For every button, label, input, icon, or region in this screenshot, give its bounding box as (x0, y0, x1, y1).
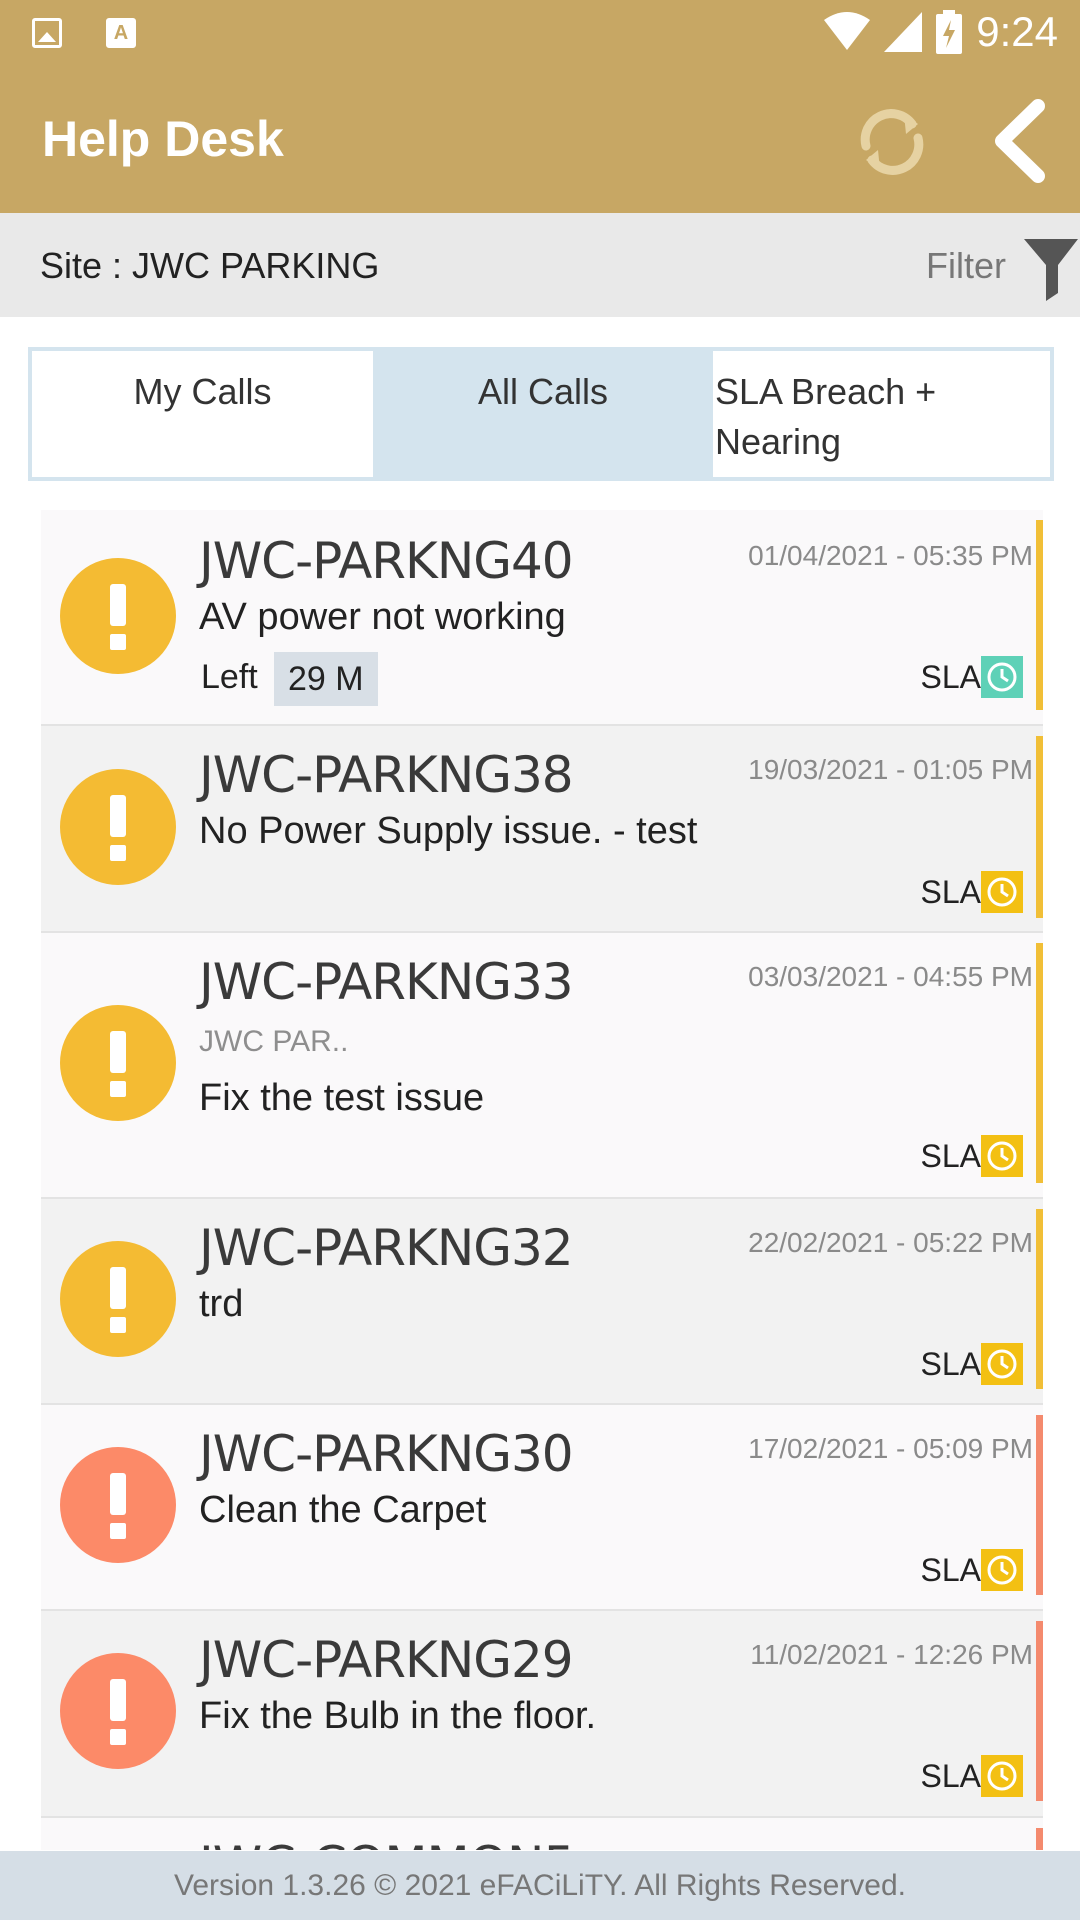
call-item[interactable]: JWC-PARKNG32 22/02/2021 - 05:22 PM trd S… (41, 1199, 1043, 1405)
status-bar: A 9:24 (0, 0, 1080, 66)
call-tabs: My Calls All Calls SLA Breach + Nearing (28, 347, 1054, 481)
call-description: AV power not working (199, 596, 566, 638)
call-id: JWC-COMMON5 (199, 1836, 575, 1850)
alert-icon (60, 1241, 176, 1357)
time-left-value: 29 M (274, 652, 378, 706)
priority-strip (1036, 1828, 1043, 1850)
call-list: JWC-PARKNG40 01/04/2021 - 05:35 PM AV po… (41, 510, 1043, 1850)
call-item[interactable]: JWC-PARKNG33 03/03/2021 - 04:55 PM JWC P… (41, 933, 1043, 1199)
call-date: 11/02/2021 - 12:26 PM (750, 1639, 1033, 1670)
sla-label: SLA (920, 658, 981, 695)
back-icon (995, 99, 1045, 183)
call-id: JWC-PARKNG40 (199, 532, 574, 590)
call-date: 17/02/2021 - 05:09 PM (748, 1433, 1033, 1464)
call-item[interactable]: JWC-PARKNG30 17/02/2021 - 05:09 PM Clean… (41, 1405, 1043, 1611)
call-item[interactable]: JWC-PARKNG40 01/04/2021 - 05:35 PM AV po… (41, 510, 1043, 726)
call-description: No Power Supply issue. - test (199, 810, 698, 852)
filter-icon[interactable] (1022, 235, 1080, 305)
alert-icon (60, 1005, 176, 1121)
clock-time: 9:24 (976, 8, 1058, 55)
refresh-button[interactable] (852, 102, 932, 182)
call-site: JWC PAR.. (199, 1025, 349, 1058)
page-title: Help Desk (42, 111, 284, 167)
filter-label[interactable]: Filter (926, 245, 1006, 287)
clock-icon (981, 1549, 1023, 1591)
clock-icon (981, 1755, 1023, 1797)
clock-icon (981, 656, 1023, 698)
priority-strip (1036, 1621, 1043, 1801)
call-date: 22/02/2021 - 05:22 PM (748, 1227, 1033, 1258)
clock-icon (981, 1343, 1023, 1385)
alert-icon (60, 1653, 176, 1769)
font-icon: A (106, 18, 136, 48)
call-id: JWC-PARKNG33 (199, 953, 574, 1011)
tab-my-calls[interactable]: My Calls (32, 351, 373, 477)
sla-label: SLA (920, 1345, 981, 1382)
call-item[interactable]: JWC-PARKNG38 19/03/2021 - 01:05 PM No Po… (41, 726, 1043, 933)
alert-icon (60, 769, 176, 885)
refresh-icon (860, 109, 924, 175)
image-icon (32, 18, 62, 48)
priority-strip (1036, 1415, 1043, 1595)
tab-sla-breach[interactable]: SLA Breach + Nearing (713, 351, 1050, 477)
alert-icon (60, 558, 176, 674)
call-id: JWC-PARKNG38 (199, 746, 574, 804)
footer-copyright: Version 1.3.26 © 2021 eFACiLiTY. All Rig… (0, 1851, 1080, 1920)
back-button[interactable] (982, 96, 1062, 186)
call-date: 19/03/2021 - 01:05 PM (748, 754, 1033, 785)
sla-label: SLA (920, 1757, 981, 1794)
tab-all-calls[interactable]: All Calls (373, 351, 713, 477)
call-description: Fix the test issue (199, 1077, 485, 1119)
call-id: JWC-PARKNG29 (199, 1631, 574, 1689)
signal-icon (884, 12, 923, 52)
call-id: JWC-PARKNG30 (199, 1425, 574, 1483)
call-item[interactable]: JWC-PARKNG29 11/02/2021 - 12:26 PM Fix t… (41, 1611, 1043, 1818)
call-date: 01/04/2021 - 05:35 PM (748, 540, 1033, 571)
priority-strip (1036, 1209, 1043, 1389)
battery-icon (936, 10, 963, 54)
call-description: Fix the Bulb in the floor. (199, 1695, 597, 1737)
call-date: 03/03/2021 - 04:55 PM (748, 961, 1033, 992)
app-bar: Help Desk (0, 66, 1080, 213)
call-description: Clean the Carpet (199, 1489, 487, 1531)
clock-icon (981, 871, 1023, 913)
call-item[interactable]: JWC-COMMON5 (41, 1818, 1043, 1850)
priority-strip (1036, 520, 1043, 710)
priority-strip (1036, 736, 1043, 918)
sla-label: SLA (920, 873, 981, 910)
sla-label: SLA (920, 1551, 981, 1588)
call-id: JWC-PARKNG32 (199, 1219, 574, 1277)
alert-icon (60, 1447, 176, 1563)
time-left-label: Left (201, 658, 258, 696)
call-description: trd (199, 1283, 244, 1325)
wifi-icon (824, 12, 871, 50)
priority-strip (1036, 943, 1043, 1183)
sla-label: SLA (920, 1137, 981, 1174)
site-label: Site : JWC PARKING (40, 245, 380, 286)
clock-icon (981, 1135, 1023, 1177)
site-bar: Site : JWC PARKING Filter (0, 213, 1080, 317)
